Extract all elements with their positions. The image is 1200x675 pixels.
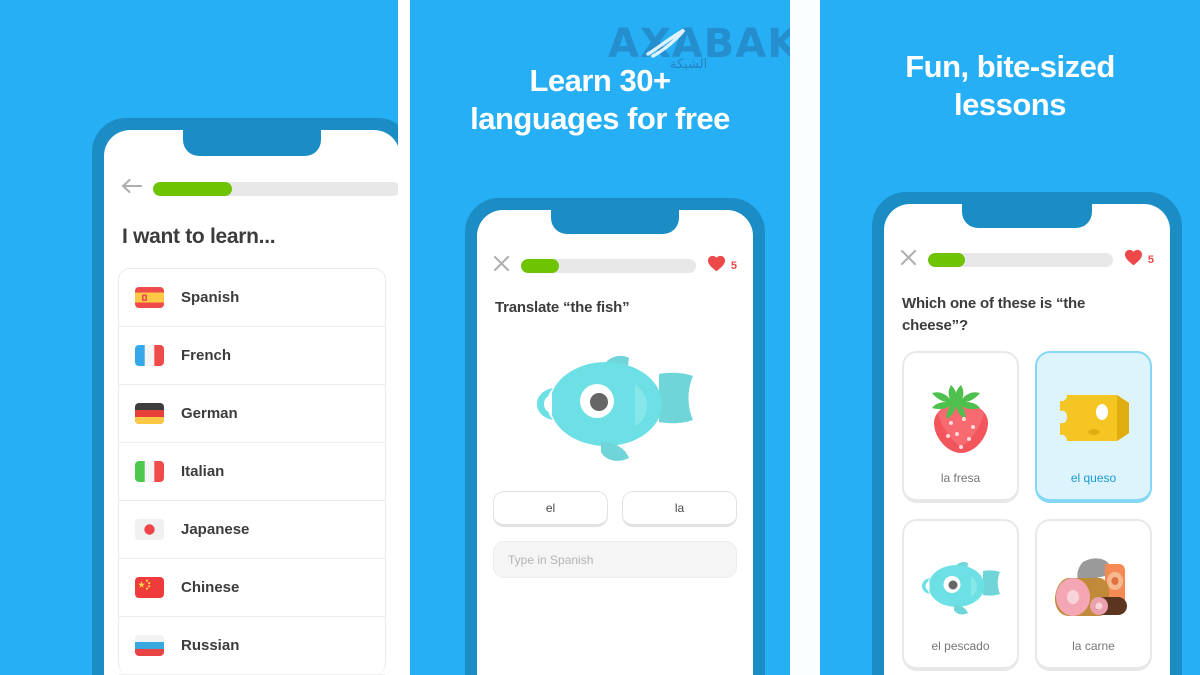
panel-gutter (398, 0, 410, 675)
word-bank: el la (477, 491, 753, 527)
language-name: Chinese (181, 579, 240, 596)
heart-icon (1124, 249, 1143, 271)
choice-label: el pescado (931, 638, 990, 653)
progress-bar-2 (521, 259, 696, 273)
flag-italy-icon (135, 461, 164, 482)
language-list-item[interactable]: Russian (119, 617, 385, 675)
phone-screen-1: I want to learn... Spanish French German It… (104, 130, 398, 675)
language-list-item[interactable]: German (119, 385, 385, 443)
lesson-topbar-1 (104, 177, 398, 200)
answer-placeholder: Type in Spanish (508, 552, 594, 567)
phone-mockup-2: 5 Translate “the fish” el la Type in Spa… (465, 198, 765, 675)
hearts-indicator: 5 (707, 255, 737, 277)
phone-notch (551, 210, 679, 234)
cheese-illustration (1045, 365, 1142, 471)
promo-headline-2: Learn 30+ languages for free (470, 63, 730, 136)
answer-input[interactable]: Type in Spanish (493, 541, 737, 578)
language-list-item[interactable]: Italian (119, 443, 385, 501)
phone-notch (183, 130, 321, 156)
phone-screen-2: 5 Translate “the fish” el la Type in Spa… (477, 210, 753, 675)
promo-panel-translate: AXABAKA الشبكة Learn 30+ languages for f… (410, 0, 790, 675)
fish-illustration (477, 316, 753, 491)
exercise-prompt: Translate “the fish” (495, 299, 630, 316)
language-name: Italian (181, 463, 225, 480)
back-arrow-icon[interactable] (120, 177, 143, 200)
swoosh-icon (644, 26, 690, 65)
exercise-prompt: Which one of these is “the cheese”? (902, 295, 1086, 334)
strawberry-illustration (912, 365, 1009, 471)
flag-germany-icon (135, 403, 164, 424)
phone-screen-3: 5 Which one of these is “the cheese”? la… (884, 204, 1170, 675)
flag-spain-icon (135, 287, 164, 308)
watermark-text: AXABAKA (608, 21, 790, 67)
choice-grid: la fresa el queso el pescado la carne (884, 350, 1170, 671)
word-bank-button[interactable]: la (622, 491, 737, 527)
language-list-item[interactable]: Chinese (119, 559, 385, 617)
phone-mockup-1: I want to learn... Spanish French German It… (92, 118, 398, 675)
panel-gutter (790, 0, 820, 675)
choice-label: la fresa (940, 470, 981, 485)
language-list-item[interactable]: Japanese (119, 501, 385, 559)
choice-card[interactable]: la carne (1035, 518, 1152, 671)
language-list-item[interactable]: Spanish (119, 269, 385, 327)
progress-bar-1 (153, 181, 398, 196)
progress-fill (153, 181, 233, 196)
phone-mockup-3: 5 Which one of these is “the cheese”? la… (872, 192, 1182, 675)
choice-label: la carne (1072, 638, 1115, 653)
flag-japan-icon (135, 519, 164, 540)
lesson-topbar-2: 5 (477, 255, 753, 277)
lesson-topbar-3: 5 (884, 249, 1170, 271)
choice-label: el queso (1070, 470, 1117, 485)
language-list-item[interactable]: French (119, 327, 385, 385)
language-list: Spanish French German Italian Japanese Chine… (118, 268, 386, 675)
word-bank-button[interactable]: el (493, 491, 608, 527)
meat-illustration (1045, 533, 1142, 639)
promo-panel-languages: I want to learn... Spanish French German It… (0, 0, 398, 675)
heart-count: 5 (1147, 254, 1154, 266)
close-x-icon[interactable] (493, 255, 510, 277)
language-name: Spanish (181, 289, 240, 306)
heart-icon (707, 255, 726, 277)
choice-card-selected[interactable]: el queso (1035, 350, 1152, 503)
fish-illustration (912, 533, 1009, 639)
language-name: Japanese (181, 521, 250, 538)
page-title: I want to learn... (122, 225, 276, 248)
language-name: German (181, 405, 238, 422)
progress-fill (521, 259, 560, 273)
flag-china-icon (135, 577, 164, 598)
close-x-icon[interactable] (900, 249, 917, 271)
language-name: French (181, 347, 232, 364)
promo-headline-3: Fun, bite-sized lessons (905, 49, 1115, 122)
language-name: Russian (181, 637, 240, 654)
progress-bar-3 (928, 253, 1113, 267)
choice-card[interactable]: el pescado (902, 518, 1019, 671)
progress-fill (928, 253, 965, 267)
promo-panel-quiz: Fun, bite-sized lessons 5 Which one of t… (820, 0, 1200, 675)
flag-russia-icon (135, 635, 164, 656)
phone-notch (962, 204, 1092, 228)
heart-count: 5 (730, 260, 737, 272)
screenshot-root: I want to learn... Spanish French German It… (0, 0, 1200, 675)
flag-france-icon (135, 345, 164, 366)
hearts-indicator: 5 (1124, 249, 1154, 271)
choice-card[interactable]: la fresa (902, 350, 1019, 503)
